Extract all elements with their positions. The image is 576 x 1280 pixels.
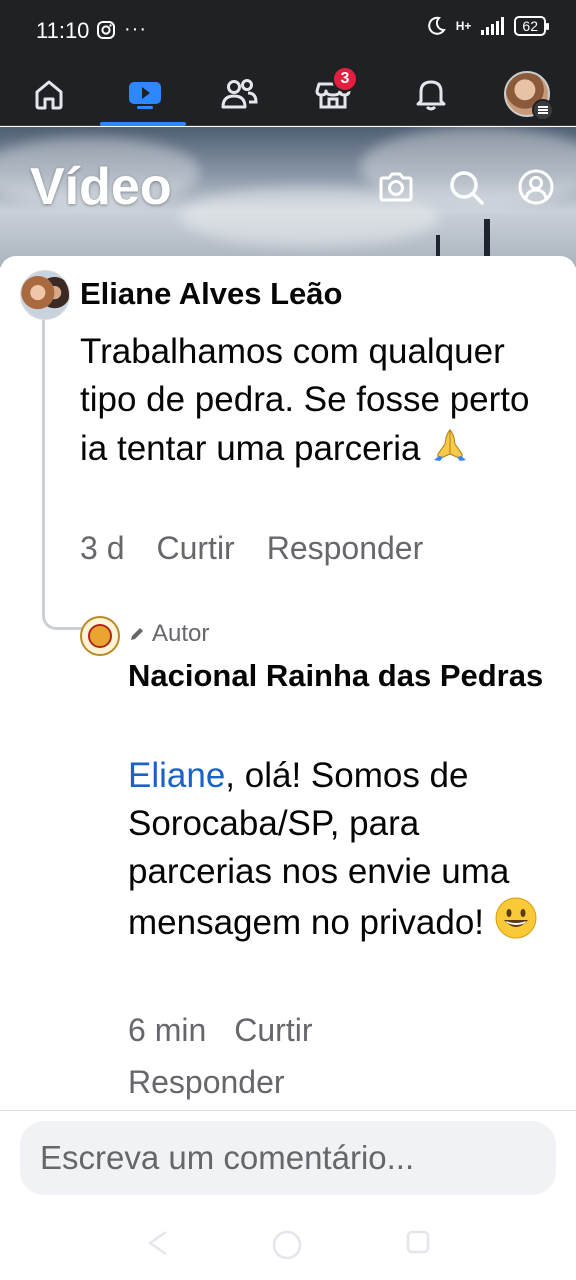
home-button-icon[interactable] xyxy=(270,1228,304,1262)
video-header: Vídeo xyxy=(0,127,576,267)
bell-icon xyxy=(416,80,446,111)
home-icon xyxy=(35,80,63,110)
profile-avatar xyxy=(504,71,554,121)
nav-home[interactable] xyxy=(4,62,94,126)
comment-input[interactable]: Escreva um comentário... xyxy=(20,1121,556,1195)
author-badge-label: Autor xyxy=(152,620,210,647)
thread-connector xyxy=(42,318,82,630)
comment-author[interactable]: Eliane Alves Leão xyxy=(80,276,342,312)
video-icon xyxy=(129,82,161,109)
menu-icon xyxy=(532,99,554,121)
search-icon[interactable] xyxy=(446,167,486,207)
nav-notifications[interactable] xyxy=(386,62,476,126)
instagram-icon xyxy=(97,20,115,39)
system-nav xyxy=(0,1206,576,1280)
comment-time: 3 d xyxy=(80,530,125,566)
reply-text: Eliane, olá! Somos de Sorocaba/SP, para … xyxy=(128,752,548,953)
status-bar: 11:10 ··· H+ 62 xyxy=(0,0,576,62)
friends-icon xyxy=(221,79,258,109)
signal-icon xyxy=(481,17,505,35)
status-left-icons: ··· xyxy=(96,18,147,41)
reply-time: 6 min xyxy=(128,1012,207,1048)
grinning-face-emoji xyxy=(494,896,538,953)
reply-author[interactable]: Nacional Rainha das Pedras xyxy=(128,652,548,700)
nav-video[interactable] xyxy=(100,62,190,126)
like-button[interactable]: Curtir xyxy=(156,530,234,567)
page-title: Vídeo xyxy=(30,158,172,216)
network-type: H+ xyxy=(455,19,472,33)
profile-icon[interactable] xyxy=(516,167,556,207)
avatar[interactable] xyxy=(20,270,70,320)
reply-actions: 6 min Curtir Responder xyxy=(128,1004,508,1108)
comment-actions: 3 d Curtir Responder xyxy=(80,530,423,567)
comments-sheet: Eliane Alves Leão Trabalhamos com qualqu… xyxy=(0,256,576,1206)
reply-button[interactable]: Responder xyxy=(128,1064,285,1100)
battery-icon: 62 xyxy=(514,16,549,36)
status-right: H+ 62 xyxy=(426,16,549,36)
page-avatar[interactable] xyxy=(80,616,120,656)
mention-link[interactable]: Eliane xyxy=(128,756,225,795)
nav-profile[interactable] xyxy=(482,62,572,126)
praying-hands-emoji xyxy=(430,424,470,477)
status-time: 11:10 xyxy=(36,18,90,43)
marketplace-badge: 3 xyxy=(332,66,358,92)
pencil-icon xyxy=(131,628,143,640)
like-button[interactable]: Curtir xyxy=(234,1012,312,1048)
author-badge: Autor xyxy=(128,620,209,648)
more-icon: ··· xyxy=(124,18,147,40)
reply-button[interactable]: Responder xyxy=(267,530,424,567)
recents-icon[interactable] xyxy=(404,1228,432,1256)
comment-composer: Escreva um comentário... xyxy=(0,1110,576,1206)
back-icon[interactable] xyxy=(144,1228,174,1258)
moon-icon xyxy=(427,16,446,35)
nav-friends[interactable] xyxy=(194,62,284,126)
nav-marketplace[interactable]: 3 xyxy=(288,62,378,126)
camera-icon[interactable] xyxy=(376,167,416,207)
comment-text: Trabalhamos com qualquer tipo de pedra. … xyxy=(80,328,550,477)
top-nav: 3 xyxy=(0,62,576,126)
